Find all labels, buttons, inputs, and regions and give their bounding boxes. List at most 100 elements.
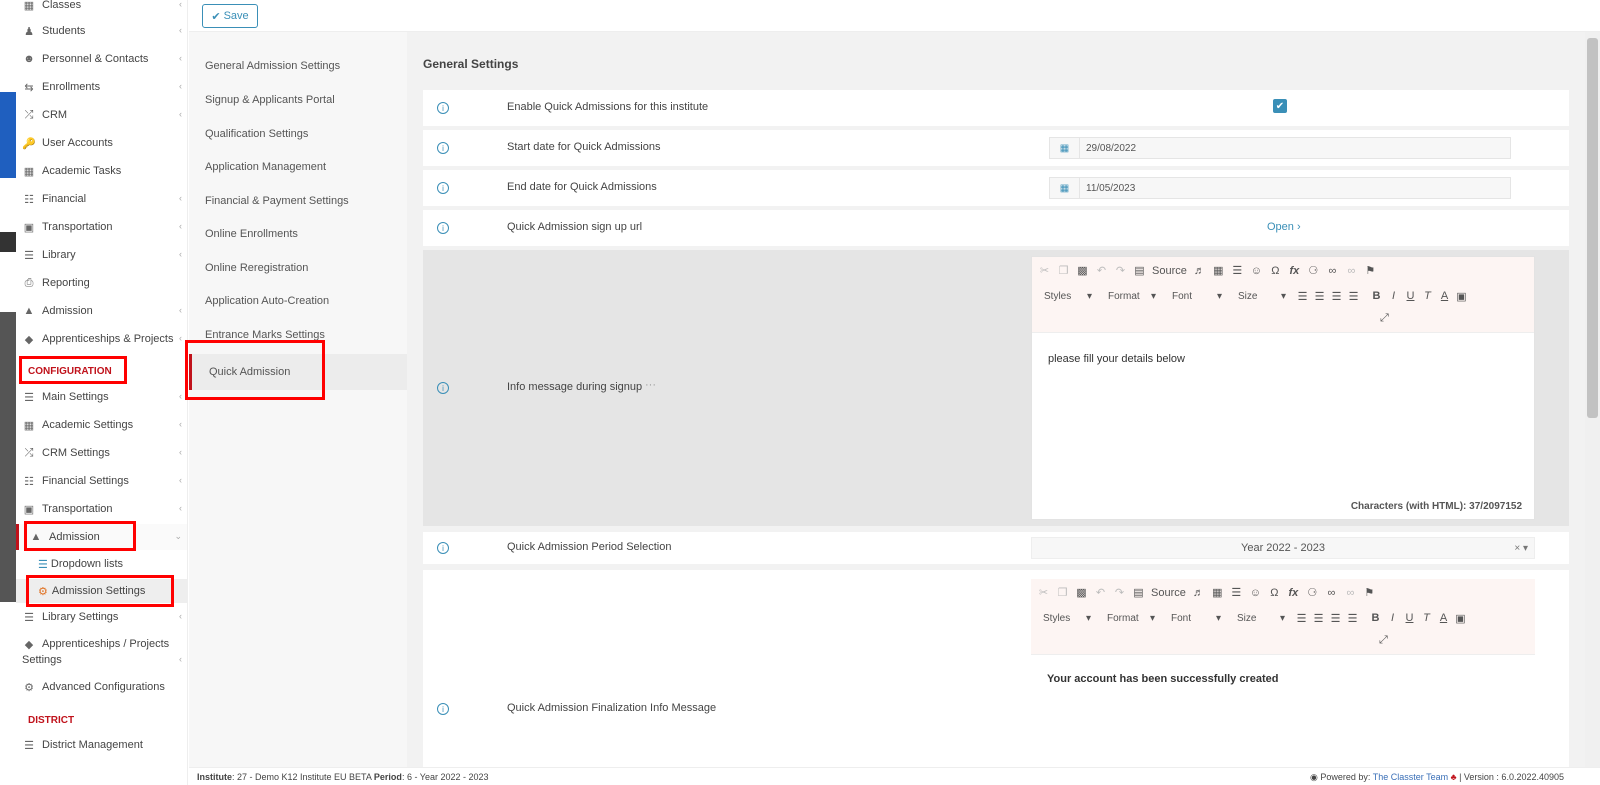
underline-icon[interactable]: U — [1403, 612, 1416, 624]
size-select[interactable]: Size ▾ — [1232, 287, 1292, 305]
format-select[interactable]: Format ▾ — [1101, 609, 1161, 627]
formula-icon[interactable]: fx — [1287, 587, 1300, 599]
formula-icon[interactable]: fx — [1288, 265, 1301, 277]
enable-checkbox[interactable]: ✔ — [1273, 99, 1287, 113]
sidebar-subitem-dropdown-lists[interactable]: ☰ Dropdown lists — [16, 552, 187, 576]
smiley-icon[interactable]: ☺ — [1249, 587, 1262, 599]
globe-icon[interactable]: ⚆ — [1306, 586, 1319, 599]
start-date-field[interactable]: ▦ 29/08/2022 — [1049, 137, 1511, 159]
align-center-icon[interactable]: ☰ — [1313, 290, 1326, 303]
underline-icon[interactable]: U — [1404, 290, 1417, 302]
calendar-icon[interactable]: ▦ — [1050, 138, 1080, 158]
settings-nav-item[interactable]: Qualification Settings — [189, 117, 407, 151]
source-icon[interactable]: ▤ — [1133, 264, 1146, 277]
maximize-icon[interactable]: ⤢ — [1380, 312, 1389, 325]
scrollbar-thumb[interactable] — [1587, 38, 1598, 418]
align-justify-icon[interactable]: ☰ — [1347, 290, 1360, 303]
horizontal-line-icon[interactable]: ☰ — [1231, 264, 1244, 277]
editor-content[interactable]: Your account has been successfully creat… — [1047, 673, 1279, 685]
bold-icon[interactable]: B — [1370, 290, 1383, 302]
editor-content[interactable]: please fill your details below — [1048, 353, 1185, 365]
sidebar-item-apprenticeships-settings-cont[interactable]: Settings ‹ — [16, 647, 187, 673]
sidebar-item-library[interactable]: ☰ Library ‹ — [16, 242, 187, 268]
align-left-icon[interactable]: ☰ — [1295, 612, 1308, 625]
omega-icon[interactable]: Ω — [1269, 265, 1282, 277]
save-button[interactable]: ✔ Save — [202, 4, 258, 28]
source-button[interactable]: Source — [1152, 265, 1187, 277]
cut-icon[interactable]: ✂ — [1038, 264, 1051, 277]
text-color-icon[interactable]: A — [1437, 612, 1450, 624]
sidebar-item-financial-settings[interactable]: ☷ Financial Settings ‹ — [16, 468, 187, 494]
speaker-icon[interactable]: ♬ — [1193, 265, 1206, 277]
paste-icon[interactable]: ▩ — [1076, 264, 1089, 277]
sidebar-item-main-settings[interactable]: ☰ Main Settings ‹ — [16, 384, 187, 410]
undo-icon[interactable]: ↶ — [1095, 264, 1108, 277]
size-select[interactable]: Size ▾ — [1231, 609, 1291, 627]
sidebar-item-user-accounts[interactable]: 🔑 User Accounts — [16, 130, 187, 156]
styles-select[interactable]: Styles ▾ — [1037, 609, 1097, 627]
clear-icon[interactable]: × ▾ — [1514, 543, 1528, 554]
info-icon[interactable]: i — [437, 703, 449, 715]
font-select[interactable]: Font ▾ — [1166, 287, 1228, 305]
horizontal-line-icon[interactable]: ☰ — [1230, 586, 1243, 599]
align-left-icon[interactable]: ☰ — [1296, 290, 1309, 303]
copy-icon[interactable]: ❐ — [1057, 264, 1070, 277]
sidebar-item-transportation[interactable]: ▣ Transportation ‹ — [16, 214, 187, 240]
info-icon[interactable]: i — [437, 542, 449, 554]
sidebar-item-classes[interactable]: ▦ Classes ‹ — [16, 0, 187, 18]
sidebar-item-financial[interactable]: ☷ Financial ‹ — [16, 186, 187, 212]
sidebar-item-district-management[interactable]: ☰ District Management — [16, 732, 187, 758]
flag-icon[interactable]: ⚑ — [1363, 586, 1376, 599]
styles-select[interactable]: Styles ▾ — [1038, 287, 1098, 305]
table-icon[interactable]: ▦ — [1212, 264, 1225, 277]
open-link[interactable]: Open › — [1267, 221, 1301, 233]
sidebar-item-apprenticeships[interactable]: ◆ Apprenticeships & Projects ‹ — [16, 326, 187, 352]
sidebar-item-reporting[interactable]: ⎙ Reporting — [16, 270, 187, 296]
info-icon[interactable]: i — [437, 182, 449, 194]
undo-icon[interactable]: ↶ — [1094, 586, 1107, 599]
background-color-icon[interactable]: ▣ — [1455, 290, 1468, 303]
background-color-icon[interactable]: ▣ — [1454, 612, 1467, 625]
link-icon[interactable]: ∞ — [1326, 265, 1339, 277]
sidebar-item-enrollments[interactable]: ⇆ Enrollments ‹ — [16, 74, 187, 100]
speaker-icon[interactable]: ♬ — [1192, 587, 1205, 599]
info-icon[interactable]: i — [437, 382, 449, 394]
vertical-scrollbar[interactable] — [1585, 32, 1600, 767]
italic-icon[interactable]: I — [1386, 612, 1399, 624]
align-right-icon[interactable]: ☰ — [1329, 612, 1342, 625]
unlink-icon[interactable]: ∞ — [1344, 587, 1357, 599]
settings-nav-item[interactable]: Signup & Applicants Portal — [189, 83, 407, 117]
align-right-icon[interactable]: ☰ — [1330, 290, 1343, 303]
smiley-icon[interactable]: ☺ — [1250, 265, 1263, 277]
format-select[interactable]: Format ▾ — [1102, 287, 1162, 305]
calendar-icon[interactable]: ▦ — [1050, 178, 1080, 198]
align-justify-icon[interactable]: ☰ — [1346, 612, 1359, 625]
remove-format-icon[interactable]: T — [1420, 612, 1433, 624]
info-icon[interactable]: i — [437, 222, 449, 234]
redo-icon[interactable]: ↷ — [1113, 586, 1126, 599]
maximize-icon[interactable]: ⤢ — [1379, 634, 1388, 647]
cut-icon[interactable]: ✂ — [1037, 586, 1050, 599]
classter-team-link[interactable]: The Classter Team — [1373, 772, 1448, 782]
flag-icon[interactable]: ⚑ — [1364, 264, 1377, 277]
sidebar-item-academic-tasks[interactable]: ▦ Academic Tasks — [16, 158, 187, 184]
omega-icon[interactable]: Ω — [1268, 587, 1281, 599]
settings-nav-item[interactable]: General Admission Settings — [189, 49, 407, 83]
globe-icon[interactable]: ⚆ — [1307, 264, 1320, 277]
sidebar-item-students[interactable]: ♟ Students ‹ — [16, 18, 187, 44]
sidebar-item-advanced-configurations[interactable]: ⚙ Advanced Configurations — [16, 674, 187, 700]
settings-nav-item[interactable]: Online Enrollments — [189, 217, 407, 251]
text-color-icon[interactable]: A — [1438, 290, 1451, 302]
source-icon[interactable]: ▤ — [1132, 586, 1145, 599]
sidebar-item-crm-settings[interactable]: ⤮ CRM Settings ‹ — [16, 440, 187, 466]
sidebar-item-transportation-settings[interactable]: ▣ Transportation ‹ — [16, 496, 187, 522]
end-date-field[interactable]: ▦ 11/05/2023 — [1049, 177, 1511, 199]
unlink-icon[interactable]: ∞ — [1345, 265, 1358, 277]
settings-nav-item[interactable]: Application Management — [189, 150, 407, 184]
settings-nav-item[interactable]: Financial & Payment Settings — [189, 184, 407, 218]
bold-icon[interactable]: B — [1369, 612, 1382, 624]
sidebar-item-crm[interactable]: ⤮ CRM ‹ — [16, 102, 187, 128]
italic-icon[interactable]: I — [1387, 290, 1400, 302]
link-icon[interactable]: ∞ — [1325, 587, 1338, 599]
sidebar-item-academic-settings[interactable]: ▦ Academic Settings ‹ — [16, 412, 187, 438]
